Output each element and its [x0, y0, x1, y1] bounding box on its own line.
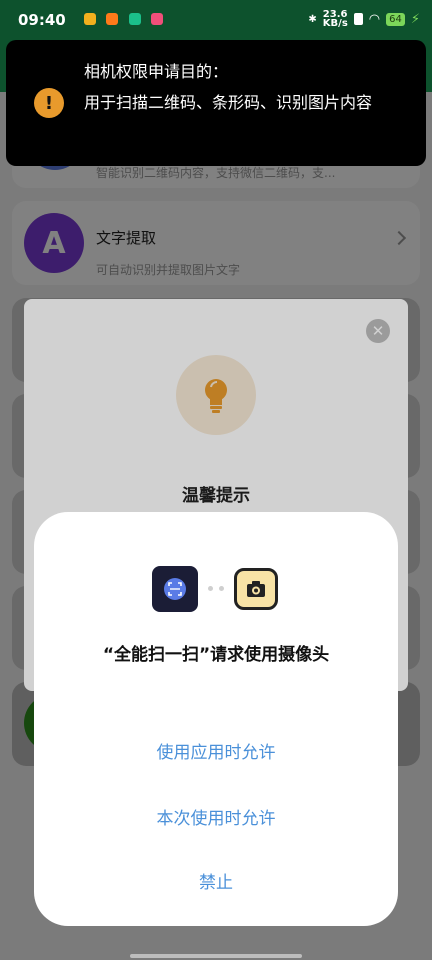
connector-dots [208, 586, 226, 592]
permission-icons [34, 566, 398, 612]
home-indicator[interactable] [130, 954, 302, 958]
status-right: ✱ 23.6 KB/s ◠ 64 ⚡ [308, 9, 420, 29]
banner-text: 相机权限申请目的： 用于扫描二维码、条形码、识别图片内容 [84, 56, 414, 118]
banner-title: 相机权限申请目的： [84, 62, 229, 81]
permission-title: “全能扫一扫”请求使用摄像头 [102, 645, 330, 665]
notification-icon [84, 13, 96, 25]
battery-indicator: 64 [386, 12, 405, 26]
net-speed: 23.6 KB/s [322, 9, 348, 29]
bluetooth-icon: ✱ [308, 13, 317, 25]
notification-icon [151, 13, 164, 25]
deny-button[interactable]: 禁止 [34, 868, 398, 893]
notification-icon [106, 13, 119, 25]
allow-while-using-button[interactable]: 使用应用时允许 [34, 738, 398, 763]
banner-body: 用于扫描二维码、条形码、识别图片内容 [84, 93, 373, 112]
wifi-icon: ◠ [368, 11, 381, 27]
permission-purpose-banner: ! 相机权限申请目的： 用于扫描二维码、条形码、识别图片内容 [6, 40, 426, 166]
status-bar: 09:40 ✱ 23.6 KB/s ◠ 64 ⚡ [0, 0, 432, 38]
status-time: 09:40 [18, 11, 66, 29]
allow-this-time-button[interactable]: 本次使用时允许 [34, 804, 398, 829]
sim-icon [353, 13, 363, 25]
camera-icon [234, 568, 278, 610]
notification-icons [84, 13, 169, 27]
exclamation-icon: ! [34, 88, 64, 118]
scanner-app-icon [152, 566, 198, 612]
permission-dialog: “全能扫一扫”请求使用摄像头 使用应用时允许 本次使用时允许 禁止 [34, 512, 398, 926]
notification-icon [128, 13, 141, 25]
charging-icon: ⚡ [410, 11, 420, 27]
